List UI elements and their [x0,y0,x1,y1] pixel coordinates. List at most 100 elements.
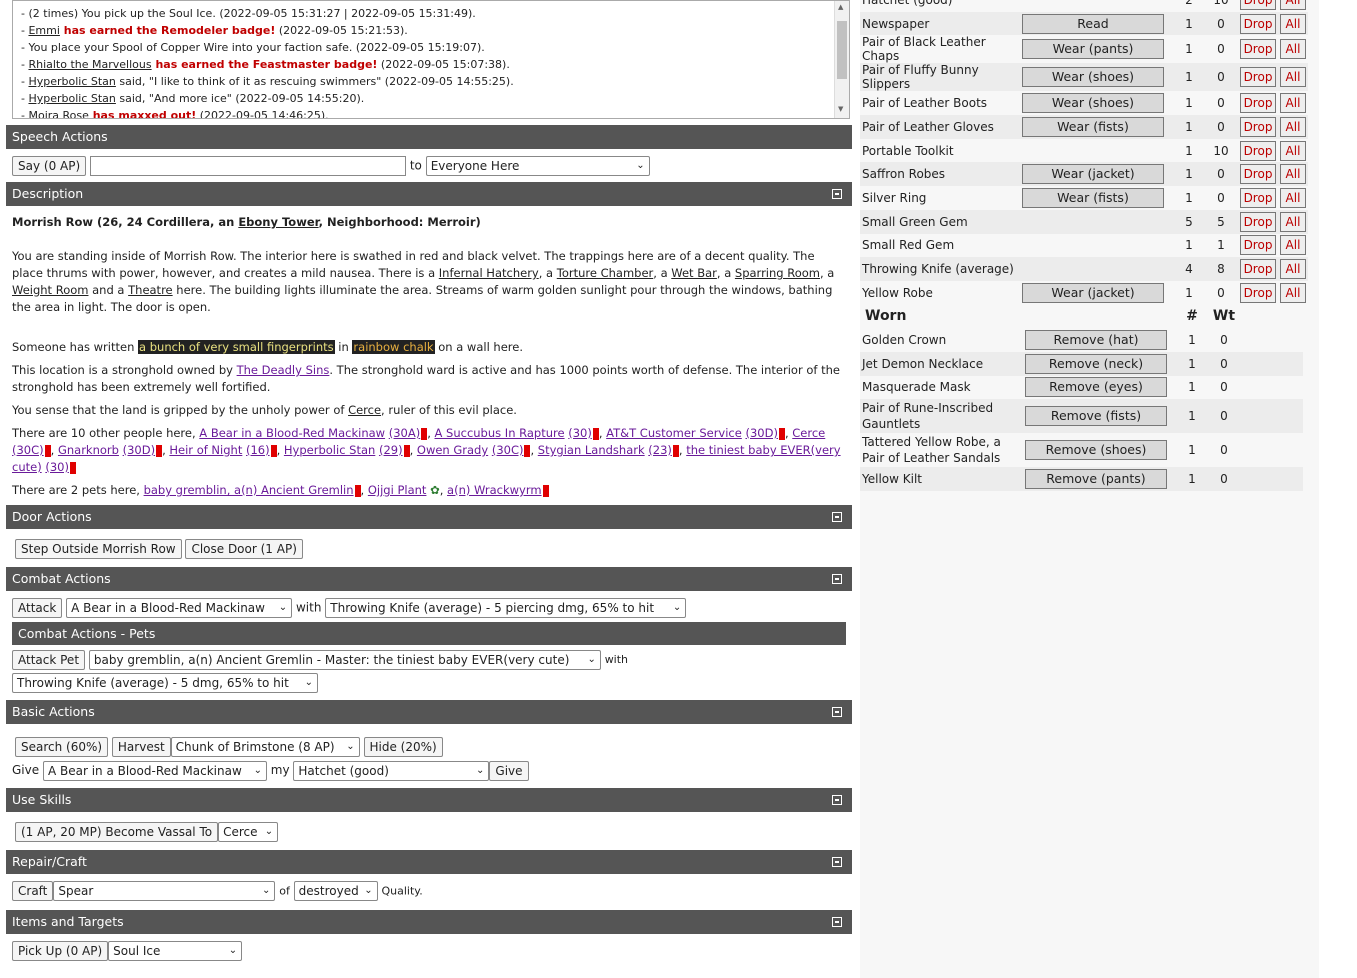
person-link[interactable]: Hyperbolic Stan [284,443,375,457]
items-targets-header[interactable]: Items and Targets [6,910,852,934]
collapse-icon[interactable] [832,795,842,805]
drop-all-button[interactable]: All [1280,93,1306,114]
drop-button[interactable]: Drop [1240,282,1276,303]
remove-button[interactable]: Remove (shoes) [1025,440,1167,461]
room-link[interactable]: Sparring Room [735,266,820,280]
pet-link[interactable]: a(n) Wrackwyrm [447,483,542,497]
player-link[interactable]: Hyperbolic Stan [28,75,115,88]
drop-all-button[interactable]: All [1280,259,1306,280]
quality-select[interactable]: destroyed ⌄ [293,881,378,901]
collapse-icon[interactable] [832,917,842,927]
player-link[interactable]: Hyperbolic Stan [28,92,115,105]
drop-all-button[interactable]: All [1280,13,1306,34]
item-action-button[interactable]: Wear (jacket) [1022,164,1164,185]
scroll-down-icon[interactable]: ▼ [838,105,843,113]
repair-craft-header[interactable]: Repair/Craft [6,850,852,874]
drop-button[interactable]: Drop [1240,187,1276,208]
drop-all-button[interactable]: All [1280,282,1306,303]
item-action-button[interactable]: Wear (shoes) [1022,93,1164,114]
drop-button[interactable]: Drop [1240,93,1276,114]
pick-up-select[interactable]: Soul Ice ⌄ [108,941,243,961]
craft-button[interactable]: Craft [12,881,54,901]
pet-link[interactable]: Ojjgi Plant [368,483,427,497]
person-link[interactable]: Cerce [792,426,825,440]
drop-button[interactable]: Drop [1240,140,1276,161]
drop-button[interactable]: Drop [1240,211,1276,232]
item-action-button[interactable]: Read [1022,13,1164,34]
room-link[interactable]: Torture Chamber [557,266,654,280]
vassal-target-select[interactable]: Cerce ⌄ [218,822,279,842]
say-input[interactable] [89,156,406,176]
drop-all-button[interactable]: All [1280,0,1306,10]
ruler-link[interactable]: Cerce [348,403,381,417]
room-link[interactable]: Infernal Hatchery [439,266,539,280]
remove-button[interactable]: Remove (fists) [1025,406,1167,427]
give-target-select[interactable]: A Bear in a Blood-Red Mackinaw ⌄ [42,760,267,781]
room-link[interactable]: Theatre [128,283,173,297]
give-item-select[interactable]: Hatchet (good) ⌄ [293,760,490,781]
person-link[interactable]: AT&T Customer Service [606,426,742,440]
person-link[interactable]: Gnarknorb [58,443,119,457]
drop-all-button[interactable]: All [1280,116,1306,137]
hide-button[interactable]: Hide (20%) [363,736,443,757]
room-link[interactable]: Wet Bar [671,266,717,280]
drop-button[interactable]: Drop [1240,235,1276,256]
drop-button[interactable]: Drop [1240,0,1276,10]
drop-all-button[interactable]: All [1280,211,1306,232]
door-actions-header[interactable]: Door Actions [6,505,852,529]
remove-button[interactable]: Remove (pants) [1025,469,1167,490]
item-action-button[interactable]: Wear (pants) [1022,39,1164,60]
weapon-select[interactable]: Throwing Knife (average) - 5 piercing dm… [325,598,687,618]
pet-weapon-select[interactable]: Throwing Knife (average) - 5 dmg, 65% to… [12,672,318,693]
drop-all-button[interactable]: All [1280,140,1306,161]
item-action-button[interactable]: Wear (fists) [1022,116,1164,137]
collapse-icon[interactable] [832,857,842,867]
drop-button[interactable]: Drop [1240,259,1276,280]
become-vassal-button[interactable]: (1 AP, 20 MP) Become Vassal To [15,822,219,842]
message-log[interactable]: - (2 times) You pick up the Soul Ice. (2… [12,0,850,119]
drop-all-button[interactable]: All [1280,67,1306,88]
player-link[interactable]: Emmi [28,24,59,37]
speech-target-select[interactable]: Everyone Here ⌄ [425,156,650,176]
harvest-select[interactable]: Chunk of Brimstone (8 AP) ⌄ [170,736,360,757]
person-link[interactable]: A Bear in a Blood-Red Mackinaw [199,426,385,440]
craft-item-select[interactable]: Spear ⌄ [53,881,276,901]
person-link[interactable]: Stygian Landshark [538,443,645,457]
attack-button[interactable]: Attack [12,598,63,618]
pet-select[interactable]: baby gremblin, a(n) Ancient Gremlin - Ma… [88,649,601,670]
remove-button[interactable]: Remove (neck) [1025,353,1167,374]
collapse-icon[interactable] [832,707,842,717]
drop-all-button[interactable]: All [1280,187,1306,208]
harvest-button[interactable]: Harvest [111,736,171,757]
person-link[interactable]: Owen Grady [417,443,488,457]
drop-button[interactable]: Drop [1240,39,1276,60]
description-header[interactable]: Description [6,182,852,206]
remove-button[interactable]: Remove (eyes) [1025,377,1167,398]
person-link[interactable]: A Succubus In Rapture [435,426,565,440]
faction-link[interactable]: The Deadly Sins [237,363,330,377]
message-scrollbar[interactable]: ▲ ▼ [834,1,849,118]
close-door-button[interactable]: Close Door (1 AP) [185,539,303,559]
remove-button[interactable]: Remove (hat) [1025,330,1167,351]
pet-link[interactable]: baby gremblin, a(n) Ancient Gremlin [144,483,354,497]
say-button[interactable]: Say (0 AP) [12,156,87,176]
search-button[interactable]: Search (60%) [15,736,109,757]
scroll-up-icon[interactable]: ▲ [838,3,843,11]
player-link[interactable]: Rhialto the Marvellous [28,58,151,71]
drop-all-button[interactable]: All [1280,39,1306,60]
player-link[interactable]: Moira Rose [28,109,88,118]
drop-button[interactable]: Drop [1240,164,1276,185]
use-skills-header[interactable]: Use Skills [6,788,852,812]
combat-actions-header[interactable]: Combat Actions [6,567,852,591]
pick-up-button[interactable]: Pick Up (0 AP) [12,941,109,961]
collapse-icon[interactable] [832,189,842,199]
attack-target-select[interactable]: A Bear in a Blood-Red Mackinaw ⌄ [66,598,293,618]
scroll-thumb[interactable] [837,21,847,79]
collapse-icon[interactable] [832,512,842,522]
drop-button[interactable]: Drop [1240,116,1276,137]
drop-all-button[interactable]: All [1280,235,1306,256]
item-action-button[interactable]: Wear (jacket) [1022,282,1164,303]
drop-all-button[interactable]: All [1280,164,1306,185]
attack-pet-button[interactable]: Attack Pet [12,649,86,670]
building-type-link[interactable]: Ebony Tower [238,215,318,229]
